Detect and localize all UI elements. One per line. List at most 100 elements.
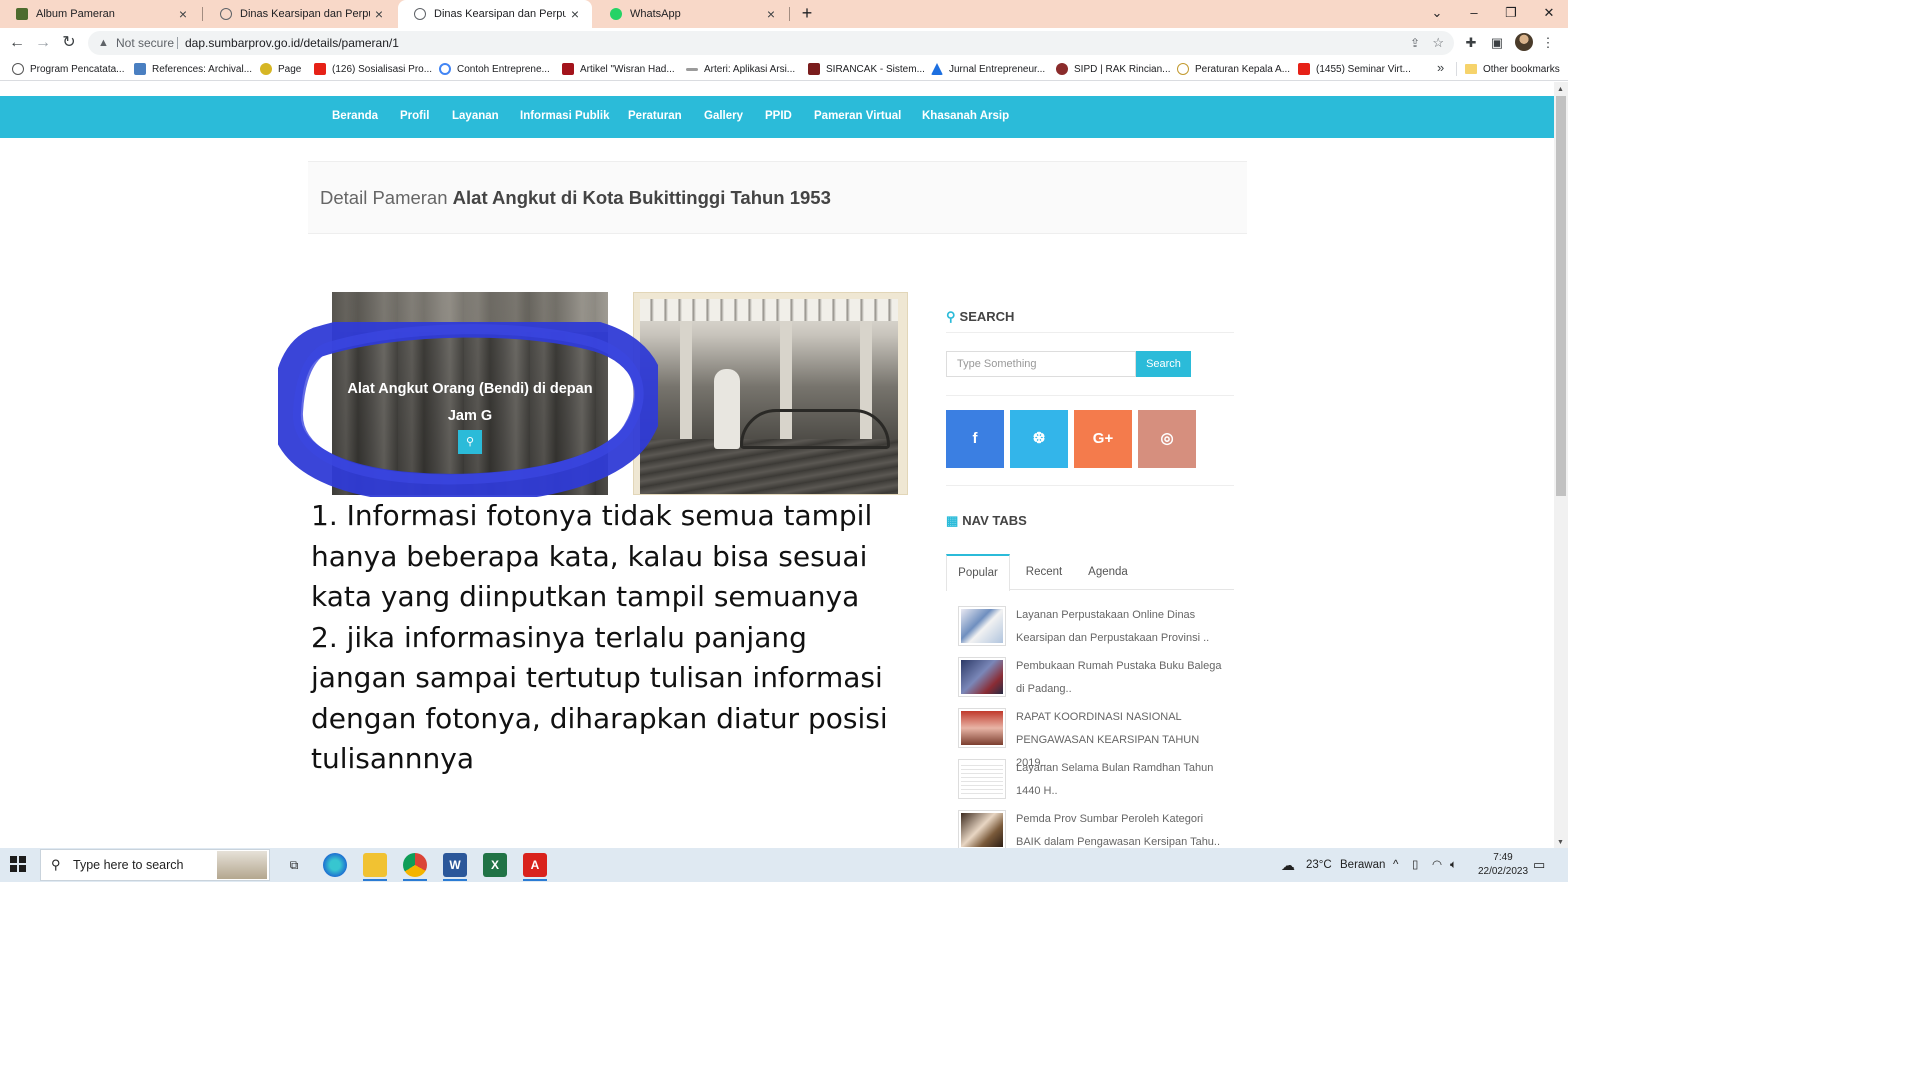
sidebar-search-button[interactable]: Search bbox=[1136, 351, 1191, 377]
back-arrow-icon[interactable]: ← bbox=[6, 32, 28, 54]
nav-tabs: Popular Recent Agenda bbox=[946, 554, 1234, 591]
profile-avatar[interactable] bbox=[1515, 33, 1533, 51]
post-title: Pembukaan Rumah Pustaka Buku Balega di Pa… bbox=[1016, 655, 1226, 701]
bookmark-item[interactable]: References: Archival... bbox=[134, 57, 252, 81]
nav-layanan[interactable]: Layanan bbox=[452, 96, 499, 138]
site-navigation: Beranda Profil Layanan Informasi Publik … bbox=[0, 96, 1554, 138]
side-panel-icon[interactable]: ▣ bbox=[1487, 33, 1507, 53]
bookmark-item[interactable]: SIRANCAK - Sistem... bbox=[808, 57, 925, 81]
tab-popular[interactable]: Popular bbox=[946, 554, 1010, 591]
extensions-puzzle-icon[interactable]: ✚ bbox=[1461, 33, 1481, 53]
new-tab-icon[interactable]: + bbox=[796, 3, 818, 25]
list-item[interactable]: Pembukaan Rumah Pustaka Buku Balega di Pa… bbox=[958, 655, 1234, 701]
globe-icon bbox=[414, 8, 426, 20]
excel-icon[interactable]: X bbox=[483, 853, 507, 877]
tray-chevron-icon[interactable]: ^ bbox=[1393, 848, 1398, 882]
chrome-icon[interactable] bbox=[403, 853, 427, 877]
nav-pameran-virtual[interactable]: Pameran Virtual bbox=[814, 96, 901, 138]
page-scrollbar[interactable]: ▲ ▼ bbox=[1554, 82, 1568, 848]
list-item[interactable]: Pemda Prov Sumbar Peroleh Kategori BAIK d… bbox=[958, 808, 1234, 848]
title-prefix: Detail Pameran bbox=[320, 187, 448, 208]
nav-ppid[interactable]: PPID bbox=[765, 96, 792, 138]
share-icon[interactable]: ⇪ bbox=[1410, 31, 1420, 55]
bookmark-item[interactable]: Peraturan Kepala A... bbox=[1177, 57, 1290, 81]
notification-icon[interactable]: ▭ bbox=[1533, 848, 1545, 882]
gallery-photo[interactable] bbox=[633, 292, 908, 495]
instagram-icon[interactable]: ◎ bbox=[1138, 410, 1196, 468]
tab-recent[interactable]: Recent bbox=[1012, 554, 1076, 590]
close-tab-icon[interactable]: × bbox=[762, 6, 780, 22]
acrobat-icon[interactable]: A bbox=[523, 853, 547, 877]
active-app-indicator bbox=[443, 879, 467, 881]
close-tab-icon[interactable]: × bbox=[566, 6, 584, 22]
bookmark-label: (1455) Seminar Virt... bbox=[1316, 63, 1411, 75]
address-bar[interactable]: ▲ Not secure dap.sumbarprov.go.id/detail… bbox=[88, 31, 1454, 55]
edge-icon[interactable] bbox=[323, 853, 347, 877]
bookmark-item[interactable]: Jurnal Entrepreneur... bbox=[931, 57, 1045, 81]
sidebar-search-input[interactable]: Type Something bbox=[946, 351, 1136, 377]
bookmark-item[interactable]: SIPD | RAK Rincian... bbox=[1056, 57, 1171, 81]
note-line: kata yang diinputkan tampil semuanya bbox=[311, 580, 860, 613]
scroll-up-arrow-icon[interactable]: ▲ bbox=[1557, 86, 1564, 93]
close-tab-icon[interactable]: × bbox=[370, 6, 388, 22]
list-item[interactable]: Layanan Selama Bulan Ramdhan Tahun 1440 H… bbox=[958, 757, 1234, 803]
tab-agenda[interactable]: Agenda bbox=[1076, 554, 1140, 590]
device-icon[interactable]: ▯ bbox=[1412, 848, 1418, 882]
gallery-photo[interactable]: Alat Angkut Orang (Bendi) di depan Jam G… bbox=[332, 292, 608, 495]
close-window-icon[interactable]: ✕ bbox=[1530, 0, 1568, 28]
bookmark-item[interactable]: Artikel "Wisran Had... bbox=[562, 57, 675, 81]
nav-informasi-publik[interactable]: Informasi Publik bbox=[520, 96, 609, 138]
minimize-icon[interactable]: – bbox=[1455, 0, 1493, 28]
post-title: Layanan Selama Bulan Ramdhan Tahun 1440 H… bbox=[1016, 757, 1226, 803]
nav-gallery[interactable]: Gallery bbox=[704, 96, 743, 138]
bookmark-item[interactable]: Contoh Entreprene... bbox=[439, 57, 550, 81]
taskbar-search-box[interactable]: ⚲ Type here to search bbox=[40, 849, 270, 881]
twitter-icon[interactable]: ❆ bbox=[1010, 410, 1068, 468]
reload-icon[interactable]: ↻ bbox=[58, 32, 80, 54]
bookmark-item[interactable]: Page bbox=[260, 57, 301, 81]
nav-khasanah-arsip[interactable]: Khasanah Arsip bbox=[922, 96, 1009, 138]
taskbar-clock[interactable]: 7:49 22/02/2023 bbox=[1475, 851, 1531, 879]
bookmark-label: Other bookmarks bbox=[1483, 63, 1560, 75]
scrollbar-thumb[interactable] bbox=[1556, 96, 1566, 496]
zoom-search-icon[interactable]: ⚲ bbox=[458, 430, 482, 454]
restore-icon[interactable]: ❐ bbox=[1492, 0, 1530, 28]
folder-icon bbox=[1465, 64, 1477, 74]
browser-toolbar: ← → ↻ ▲ Not secure dap.sumbarprov.go.id/… bbox=[0, 28, 1568, 57]
tab-search-chevron-icon[interactable]: ⌄ bbox=[1418, 0, 1456, 28]
bookmark-item[interactable]: Program Pencatata... bbox=[12, 57, 125, 81]
bookmark-item[interactable]: Arteri: Aplikasi Arsi... bbox=[686, 57, 795, 81]
weather-cloud-icon[interactable]: ☁ bbox=[1281, 848, 1295, 882]
google-plus-icon[interactable]: G+ bbox=[1074, 410, 1132, 468]
forward-arrow-icon[interactable]: → bbox=[32, 32, 54, 54]
more-bookmarks-chevron-icon[interactable]: » bbox=[1437, 60, 1444, 75]
bookmark-star-icon[interactable]: ☆ bbox=[1432, 31, 1444, 55]
nav-peraturan[interactable]: Peraturan bbox=[628, 96, 682, 138]
note-line: 1. Informasi fotonya tidak semua tampil bbox=[311, 499, 873, 532]
bookmark-item[interactable]: (126) Sosialisasi Pro... bbox=[314, 57, 432, 81]
bookmark-favicon-icon bbox=[260, 63, 272, 75]
widget-divider bbox=[946, 332, 1234, 333]
browser-tab[interactable]: Album Pameran × bbox=[0, 0, 200, 28]
nav-beranda[interactable]: Beranda bbox=[332, 96, 378, 138]
weather-temperature[interactable]: 23°C bbox=[1306, 848, 1332, 882]
windows-start-icon[interactable] bbox=[10, 856, 26, 872]
browser-tab-active[interactable]: Dinas Kearsipan dan Perpustakaan × bbox=[398, 0, 592, 28]
browser-tab[interactable]: Dinas Kearsipan dan Perpustakaan × bbox=[204, 0, 396, 28]
other-bookmarks[interactable]: Other bookmarks bbox=[1465, 57, 1560, 81]
menu-kebab-icon[interactable]: ⋮ bbox=[1538, 33, 1558, 53]
bookmark-item[interactable]: (1455) Seminar Virt... bbox=[1298, 57, 1411, 81]
close-tab-icon[interactable]: × bbox=[174, 6, 192, 22]
browser-tab[interactable]: WhatsApp × bbox=[594, 0, 788, 28]
volume-icon[interactable]: 🔈︎ bbox=[1450, 848, 1457, 882]
facebook-icon[interactable]: f bbox=[946, 410, 1004, 468]
network-icon[interactable]: ◠ bbox=[1432, 848, 1442, 882]
file-explorer-icon[interactable] bbox=[363, 853, 387, 877]
task-view-icon[interactable]: ⧉ bbox=[282, 853, 306, 877]
list-item[interactable]: Layanan Perpustakaan Online Dinas Kearsip… bbox=[958, 604, 1234, 650]
scroll-down-arrow-icon[interactable]: ▼ bbox=[1557, 839, 1564, 846]
nav-profil[interactable]: Profil bbox=[400, 96, 429, 138]
word-icon[interactable]: W bbox=[443, 853, 467, 877]
list-item[interactable]: RAPAT KOORDINASI NASIONAL PENGAWASAN KEAR… bbox=[958, 706, 1234, 769]
weather-description[interactable]: Berawan bbox=[1340, 848, 1385, 882]
